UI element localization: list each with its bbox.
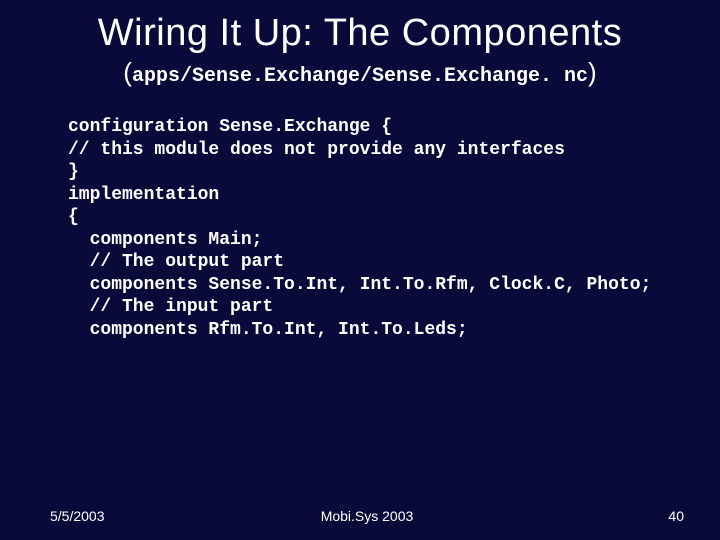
- slide-subtitle: (apps/Sense.Exchange/Sense.Exchange. nc): [40, 57, 680, 88]
- paren-open: (: [123, 57, 132, 87]
- slide-title: Wiring It Up: The Components: [40, 12, 680, 55]
- footer: 5/5/2003 Mobi.Sys 2003 40: [50, 508, 684, 524]
- subtitle-path: apps/Sense.Exchange/Sense.Exchange. nc: [132, 65, 588, 88]
- code-block: configuration Sense.Exchange { // this m…: [68, 116, 680, 341]
- footer-venue: Mobi.Sys 2003: [50, 508, 684, 524]
- slide: Wiring It Up: The Components (apps/Sense…: [0, 0, 720, 540]
- paren-close: ): [588, 57, 597, 87]
